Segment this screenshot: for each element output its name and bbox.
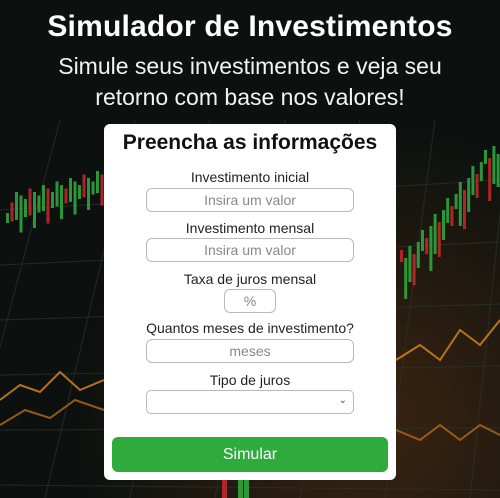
interest-type-select[interactable]: ⌄	[146, 390, 354, 414]
form-heading: Preencha as informações	[122, 131, 378, 154]
monthly-rate-label: Taxa de juros mensal	[183, 271, 317, 287]
initial-investment-input[interactable]	[146, 188, 354, 212]
monthly-rate-input[interactable]	[224, 289, 276, 313]
page-subtitle: Simule seus investimentos e veja seu ret…	[58, 53, 442, 110]
months-input[interactable]	[146, 339, 354, 363]
monthly-investment-label: Investimento mensal	[185, 220, 315, 236]
chevron-down-icon: ⌄	[338, 395, 347, 406]
monthly-investment-input[interactable]	[146, 238, 354, 262]
form-card: Preencha as informações Investimento ini…	[104, 124, 396, 480]
simulate-button[interactable]: Simular	[112, 437, 388, 472]
initial-investment-label: Investimento inicial	[190, 169, 310, 185]
interest-type-label: Tipo de juros	[209, 372, 291, 388]
months-label: Quantos meses de investimento?	[146, 320, 354, 336]
page-title: Simulador de Investimentos	[47, 10, 453, 43]
